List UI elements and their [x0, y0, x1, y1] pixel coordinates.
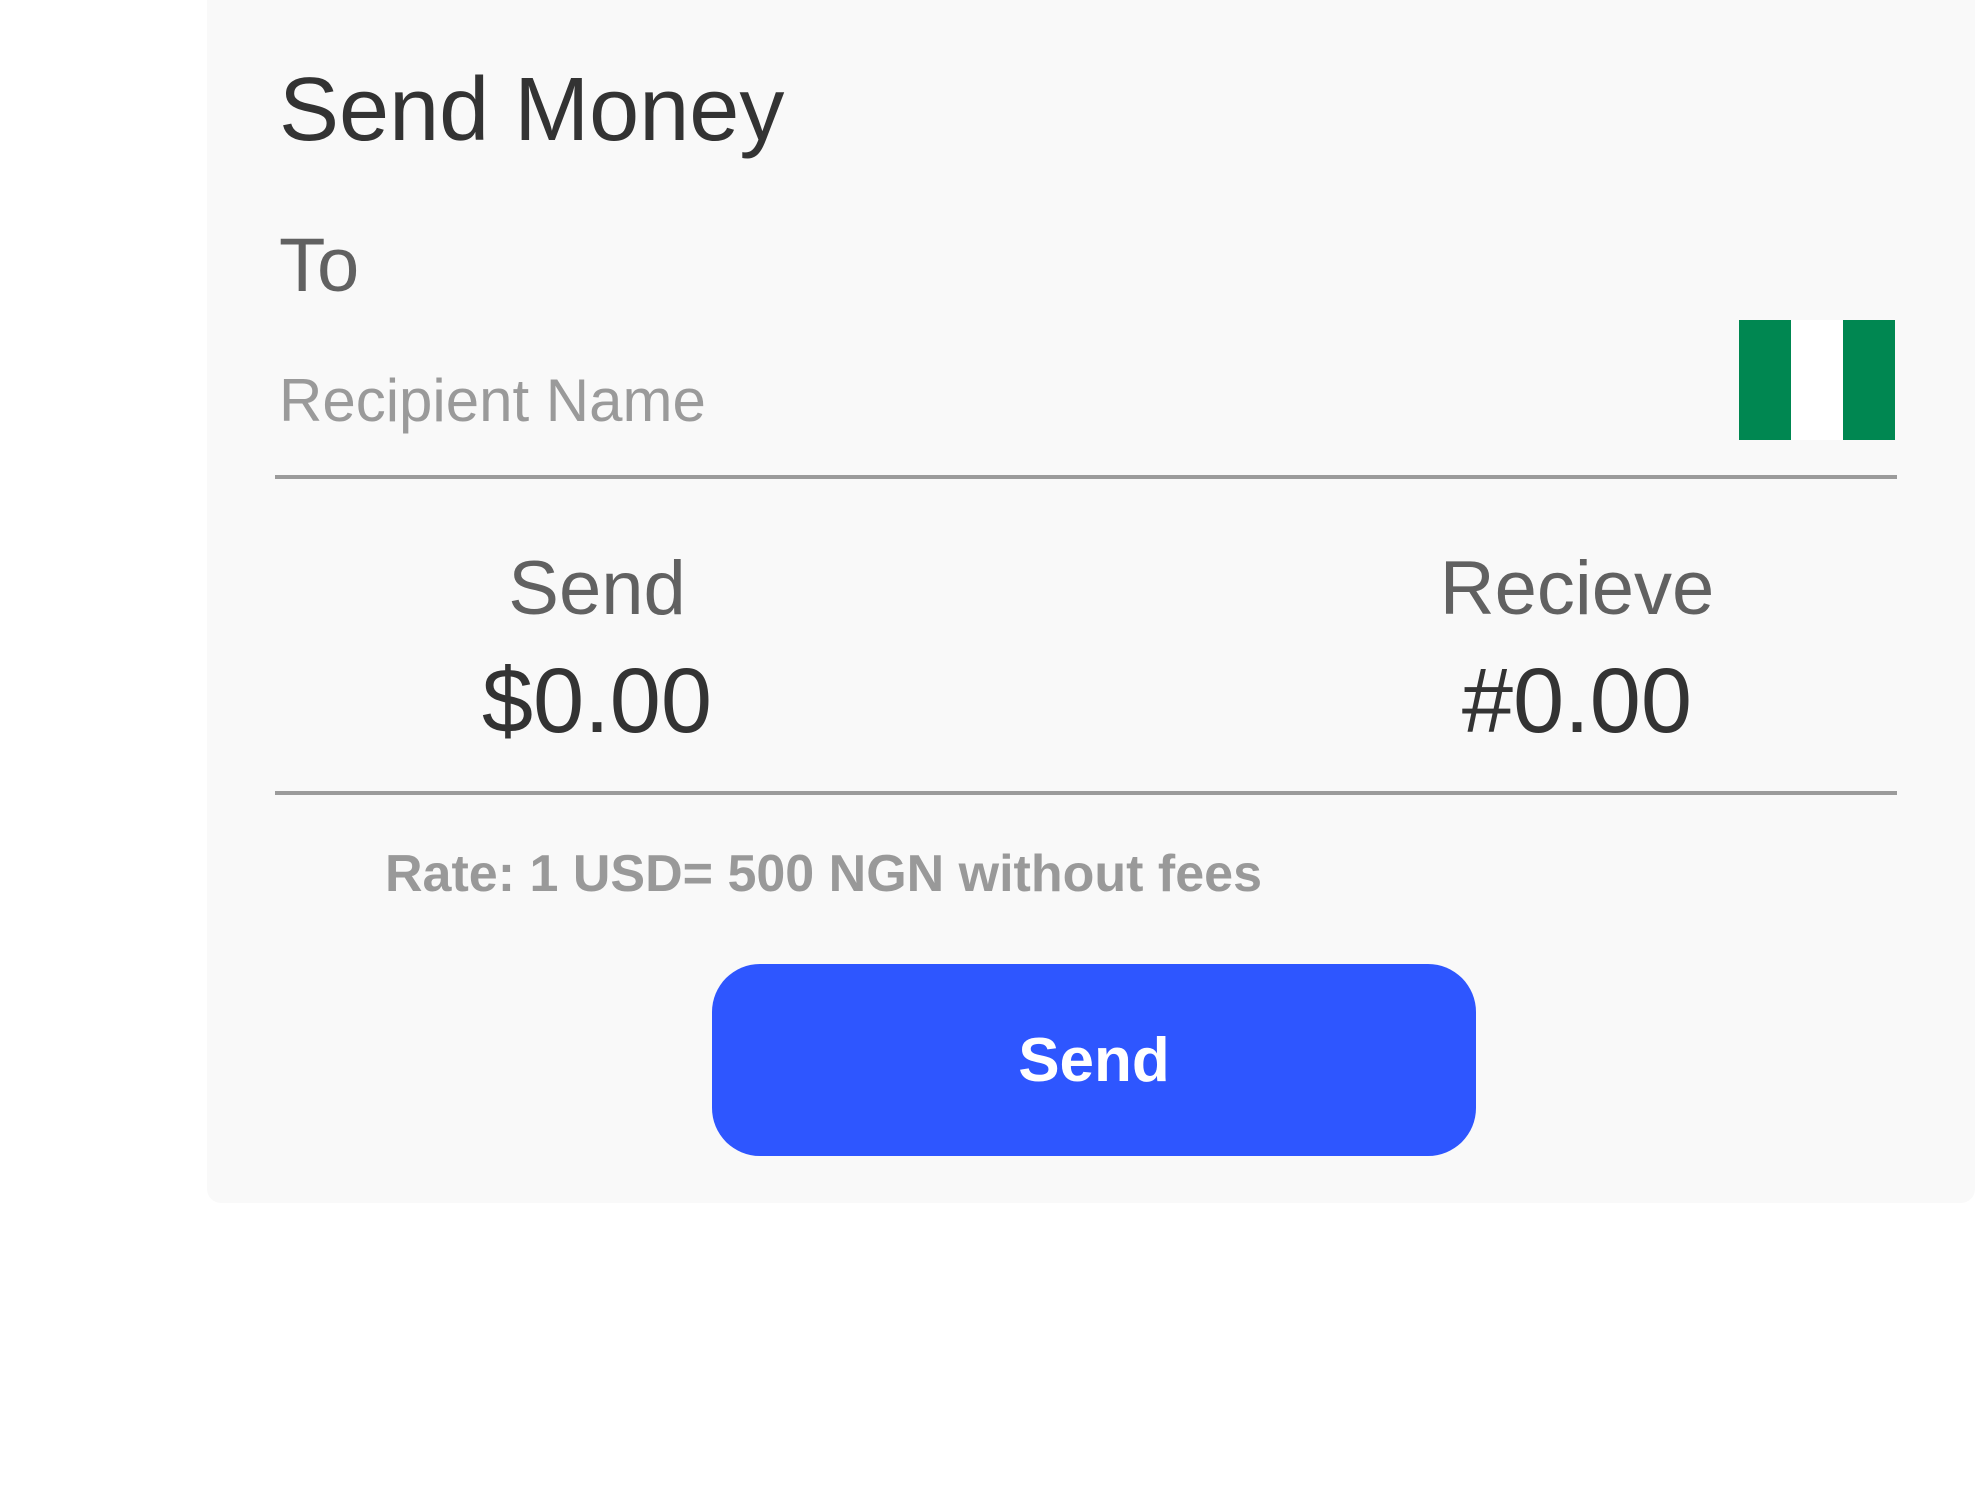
flag-stripe-right — [1843, 320, 1895, 440]
to-label: To — [279, 223, 360, 308]
send-button[interactable]: Send — [712, 964, 1476, 1156]
flag-stripe-left — [1739, 320, 1791, 440]
recipient-name-input[interactable] — [275, 352, 1669, 448]
recipient-divider — [275, 475, 1897, 479]
receive-amount-label: Recieve — [1439, 546, 1715, 631]
send-amount-group[interactable]: Send $0.00 — [427, 545, 767, 757]
amount-divider — [275, 791, 1897, 795]
exchange-rate-text: Rate: 1 USD= 500 NGN without fees — [385, 845, 1262, 903]
receive-amount-group: Recieve #0.00 — [1427, 545, 1727, 757]
send-amount-value[interactable]: $0.00 — [427, 645, 767, 757]
send-amount-label: Send — [508, 546, 686, 631]
nigeria-flag-icon[interactable] — [1739, 320, 1895, 440]
receive-amount-value: #0.00 — [1461, 650, 1693, 752]
send-money-card: Send Money To Send $0.00 Recieve #0.00 R… — [207, 0, 1975, 1203]
flag-stripe-center — [1791, 320, 1843, 440]
page-title: Send Money — [279, 60, 785, 160]
